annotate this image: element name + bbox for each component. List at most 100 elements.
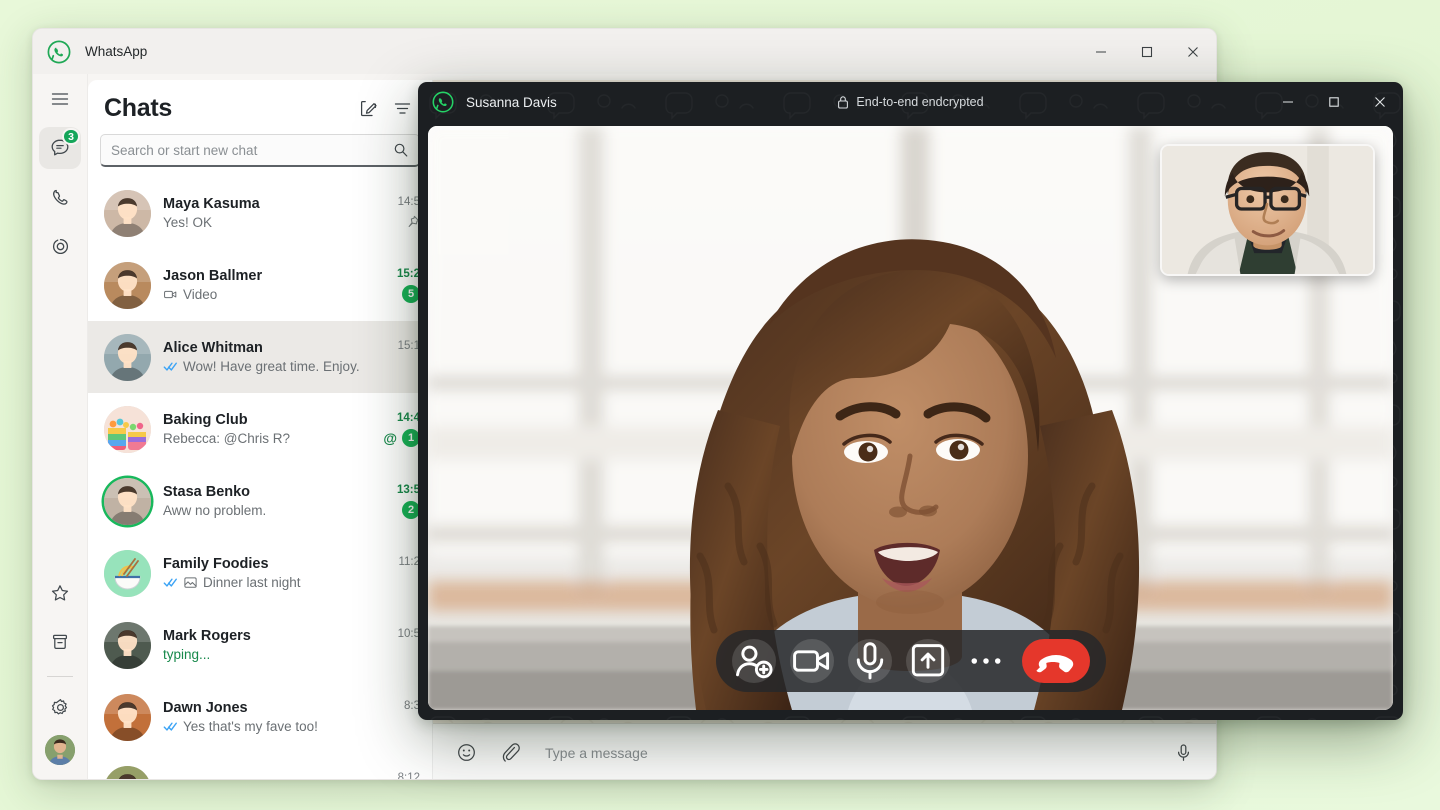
- chat-preview-text: Yes! OK: [163, 215, 213, 230]
- remote-video-stage[interactable]: [428, 126, 1393, 710]
- message-input[interactable]: [539, 744, 1154, 761]
- chat-item-meta: 10:5: [376, 628, 420, 663]
- call-minimize-button[interactable]: [1265, 82, 1311, 122]
- read-receipt-double-check-icon: [163, 719, 178, 734]
- chat-list-item[interactable]: Baking Club Rebecca: @Chris R? 14:4 @1: [88, 393, 432, 465]
- main-titlebar: WhatsApp: [33, 29, 1216, 74]
- sidebar-item-starred[interactable]: [39, 572, 81, 614]
- microphone-icon[interactable]: [1168, 738, 1198, 768]
- call-maximize-button[interactable]: [1311, 82, 1357, 122]
- chat-list-item[interactable]: Alice Whitman Wow! Have great time. Enjoy…: [88, 321, 432, 393]
- chat-item-text: Ziggy Woodley: [163, 780, 364, 781]
- profile-avatar[interactable]: [45, 735, 75, 765]
- chat-preview: Yes that's my fave too!: [163, 719, 364, 734]
- chat-preview: Dinner last night: [163, 575, 364, 590]
- add-participant-icon[interactable]: [731, 639, 776, 683]
- chat-timestamp: 10:5: [397, 627, 420, 640]
- chat-item-meta: 15:2 5: [376, 268, 420, 303]
- screen-root: WhatsApp 3 Chats Search or start new cha…: [0, 0, 1440, 810]
- chat-item-text: Family Foodies Dinner last night: [163, 556, 364, 590]
- mention-icon: @: [383, 429, 397, 446]
- chat-preview: Aww no problem.: [163, 503, 364, 518]
- emoji-smiley-icon[interactable]: [451, 738, 481, 768]
- chat-item-meta: 8:12: [376, 772, 420, 780]
- chat-list-item[interactable]: Jason Ballmer Video 15:2 5: [88, 249, 432, 321]
- filter-menu-icon[interactable]: [386, 92, 418, 124]
- maximize-button[interactable]: [1124, 29, 1170, 74]
- app-title: WhatsApp: [85, 44, 148, 59]
- chat-preview-text: Aww no problem.: [163, 503, 267, 518]
- avatar[interactable]: [104, 189, 151, 237]
- chat-preview-text: Rebecca: @Chris R?: [163, 431, 290, 446]
- search-area: [88, 130, 432, 175]
- call-control-bar[interactable]: [715, 630, 1106, 692]
- video-camera-icon: [163, 287, 178, 302]
- lock-icon: [837, 95, 849, 109]
- chat-item-meta: 11:2: [376, 556, 420, 591]
- chat-list-header: Chats: [88, 80, 432, 130]
- avatar[interactable]: [104, 261, 151, 309]
- sidebar-item-archived[interactable]: [39, 621, 81, 663]
- more-options-icon[interactable]: [964, 639, 1008, 683]
- avatar[interactable]: [104, 693, 151, 741]
- chat-item-meta: 14:4 @1: [376, 412, 420, 447]
- avatar[interactable]: [104, 333, 151, 381]
- chat-timestamp: 15:1: [397, 339, 420, 352]
- search-input[interactable]: [111, 142, 393, 158]
- avatar[interactable]: [104, 405, 151, 453]
- sidebar-item-status[interactable]: [39, 225, 81, 267]
- hamburger-menu-icon[interactable]: [39, 78, 81, 120]
- chat-item-text: Dawn Jones Yes that's my fave too!: [163, 700, 364, 734]
- main-window-controls: [1078, 29, 1216, 74]
- chat-list-panel: Chats Search or start new chat Maya Kasu…: [88, 80, 433, 781]
- chat-list-item[interactable]: Mark Rogers typing... 10:5: [88, 609, 432, 681]
- paperclip-attach-icon[interactable]: [495, 738, 525, 768]
- chat-timestamp: 14:4: [396, 411, 420, 424]
- chat-list-item[interactable]: Stasa Benko Aww no problem. 13:5 2: [88, 465, 432, 537]
- chat-contact-name: Dawn Jones: [163, 700, 248, 716]
- avatar[interactable]: [104, 765, 151, 779]
- microphone-icon[interactable]: [847, 639, 892, 683]
- video-camera-icon[interactable]: [789, 639, 834, 683]
- chat-contact-name: Alice Whitman: [163, 340, 263, 356]
- minimize-button[interactable]: [1078, 29, 1124, 74]
- avatar[interactable]: [104, 477, 151, 525]
- chat-timestamp: 14:5: [397, 195, 420, 208]
- chat-preview-text: Video: [183, 287, 218, 302]
- chat-item-text: Maya Kasuma Yes! OK: [163, 196, 364, 230]
- encryption-indicator: End-to-end endcrypted: [418, 82, 1403, 122]
- chat-list[interactable]: Maya Kasuma Yes! OK 14:5 Jason Ballmer Video…: [88, 175, 432, 781]
- chat-item-meta: 13:5 2: [376, 484, 420, 519]
- compose-new-chat-icon[interactable]: [352, 92, 384, 124]
- chat-list-item[interactable]: Ziggy Woodley 8:12: [88, 753, 432, 781]
- chat-item-meta: 15:1: [376, 340, 420, 375]
- call-close-button[interactable]: [1357, 82, 1403, 122]
- sidebar-item-chats[interactable]: 3: [39, 127, 81, 169]
- chat-preview-text: Yes that's my fave too!: [183, 719, 318, 734]
- chat-list-item[interactable]: Family Foodies Dinner last night 11:2: [88, 537, 432, 609]
- chat-item-text: Jason Ballmer Video: [163, 268, 364, 302]
- chat-item-text: Baking Club Rebecca: @Chris R?: [163, 412, 364, 446]
- chat-item-meta: 14:5: [376, 196, 420, 231]
- encryption-text: End-to-end endcrypted: [856, 95, 984, 109]
- avatar[interactable]: [104, 621, 151, 669]
- avatar[interactable]: [104, 549, 151, 597]
- close-button[interactable]: [1170, 29, 1216, 74]
- call-titlebar: Susanna Davis End-to-end endcrypted: [418, 82, 1403, 122]
- search-box[interactable]: [100, 134, 420, 167]
- sidebar-item-calls[interactable]: [39, 176, 81, 218]
- navigation-rail: 3: [33, 74, 88, 779]
- call-peer-name: Susanna Davis: [466, 94, 557, 110]
- chat-contact-name: Jason Ballmer: [163, 268, 263, 284]
- chat-contact-name: Maya Kasuma: [163, 196, 260, 212]
- chats-unread-badge: 3: [62, 128, 80, 145]
- chat-preview: typing...: [163, 647, 364, 662]
- self-video-pip[interactable]: [1160, 144, 1375, 276]
- chat-list-item[interactable]: Maya Kasuma Yes! OK 14:5: [88, 177, 432, 249]
- chat-list-item[interactable]: Dawn Jones Yes that's my fave too! 8:3: [88, 681, 432, 753]
- chat-contact-name: Ziggy Woodley: [163, 780, 364, 781]
- share-screen-icon[interactable]: [905, 639, 950, 683]
- settings-gear-icon[interactable]: [39, 686, 81, 728]
- end-call-icon[interactable]: [1021, 639, 1090, 683]
- page-title: Chats: [104, 93, 172, 122]
